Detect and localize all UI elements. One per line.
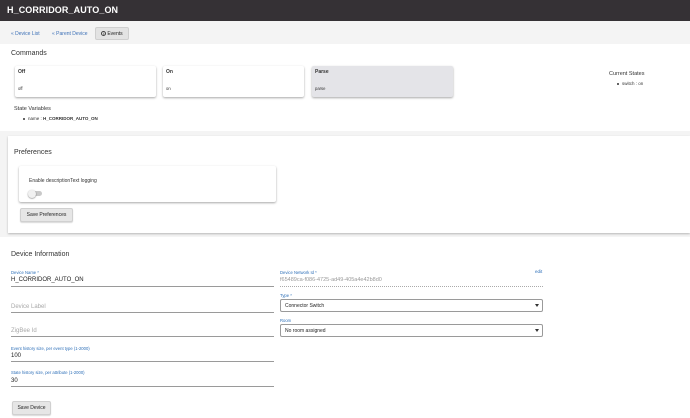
commands-heading: Commands (11, 50, 47, 57)
command-tile-off[interactable]: Off off (15, 66, 156, 97)
preference-option-card (19, 166, 276, 202)
events-button[interactable]: i Events (95, 27, 129, 40)
device-name-input[interactable]: H_CORRIDOR_AUTO_ON (11, 277, 84, 283)
page-title: H_CORRIDOR_AUTO_ON (7, 5, 119, 15)
zigbee-id-input[interactable]: ZigBee Id (11, 328, 37, 334)
chevron-down-icon (535, 329, 539, 332)
command-label: Parse (315, 69, 329, 75)
type-select-value: Connector Switch (285, 302, 325, 309)
event-history-input[interactable]: 100 (11, 353, 21, 359)
network-id-underline (280, 286, 543, 287)
device-information-heading: Device Information (11, 251, 70, 258)
state-variable-item: name : H_CORRIDOR_AUTO_ON (23, 116, 98, 121)
device-list-link[interactable]: « Device List (11, 31, 40, 37)
command-tile-on[interactable]: On on (163, 66, 304, 97)
zigbee-id-underline (11, 336, 274, 337)
command-arg: off (18, 86, 23, 91)
current-states-heading: Current States (609, 71, 645, 77)
text-logging-toggle[interactable] (28, 189, 42, 198)
event-history-underline (11, 361, 274, 362)
info-icon: i (101, 31, 107, 36)
device-name-underline (11, 286, 274, 287)
state-history-label: State history size, per attribute (1-200… (11, 370, 85, 375)
type-label: Type * (280, 293, 292, 298)
save-preferences-button[interactable]: Save Preferences (20, 208, 73, 222)
current-state-item: switch : on (617, 81, 643, 86)
preferences-heading: Preferences (14, 149, 52, 156)
state-history-underline (11, 386, 274, 387)
command-tile-parse[interactable]: Parse parse (312, 66, 453, 97)
command-arg: on (166, 86, 171, 91)
command-label: On (166, 69, 173, 75)
room-label: Room (280, 318, 292, 323)
state-variable-key: name : (28, 116, 44, 121)
room-select-value: No room assigned (285, 327, 326, 334)
network-id-label: Device Network Id * (280, 270, 317, 275)
state-variable-value: H_CORRIDOR_AUTO_ON (43, 116, 98, 121)
device-label-underline (11, 312, 274, 313)
chevron-down-icon (535, 304, 539, 307)
type-select[interactable]: Connector Switch (280, 299, 543, 312)
text-logging-label: Enable descriptionText logging (29, 178, 97, 184)
command-arg: parse (315, 86, 326, 91)
bullet-icon (23, 117, 25, 120)
device-name-label: Device Name * (11, 270, 39, 275)
room-select[interactable]: No room assigned (280, 324, 543, 337)
network-id-input: f65489ca-f086-4725-ad49-405a4e42b8d0 (280, 277, 382, 283)
state-history-input[interactable]: 30 (11, 378, 18, 384)
device-label-input[interactable]: Device Label (11, 304, 46, 310)
command-label: Off (18, 69, 26, 75)
bullet-icon (617, 82, 619, 85)
current-state-text: switch : on (622, 81, 644, 86)
network-id-edit-link[interactable]: edit (535, 269, 542, 274)
events-button-label: Events (107, 30, 123, 37)
event-history-label: Event history size, per event type (1-20… (11, 346, 90, 351)
top-bar: H_CORRIDOR_AUTO_ON (0, 0, 690, 21)
state-variables-heading: State Variables (14, 106, 51, 112)
parent-device-link[interactable]: « Parent Device (52, 31, 88, 37)
save-device-button[interactable]: Save Device (12, 401, 51, 415)
